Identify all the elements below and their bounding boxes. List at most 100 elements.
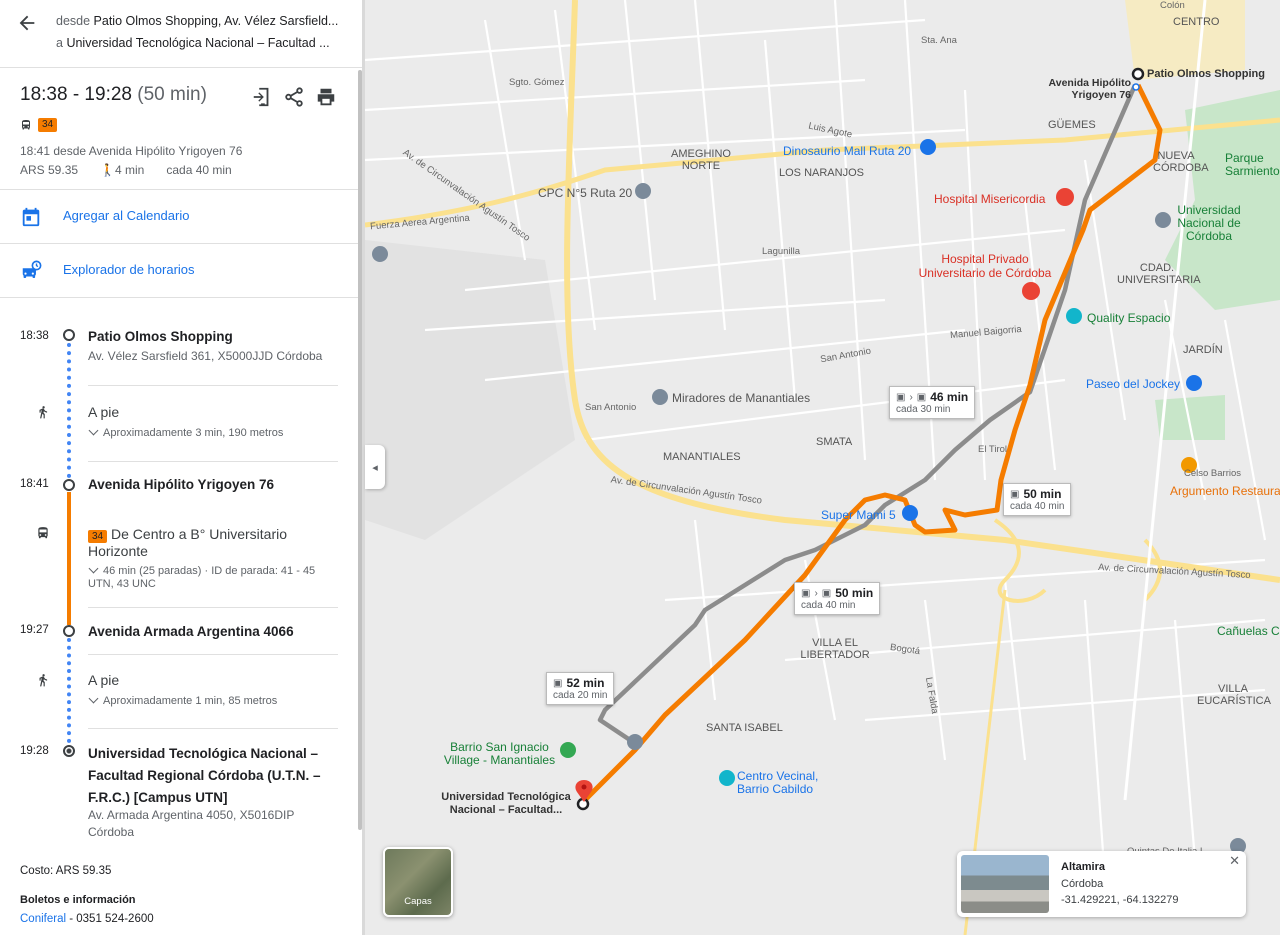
- map-label: MANANTIALES: [663, 451, 741, 463]
- walk-title: A pie: [88, 404, 120, 420]
- map-label: Dinosaurio Mall Ruta 20: [783, 144, 912, 158]
- destination-pin-icon[interactable]: [575, 780, 593, 802]
- route-frequency: cada 40 min: [1010, 501, 1065, 512]
- origin-line[interactable]: desde Patio Olmos Shopping, Av. Vélez Sa…: [56, 14, 346, 28]
- park-icon[interactable]: [560, 742, 576, 758]
- map-label: SMATA: [816, 436, 853, 448]
- route-option-card[interactable]: ▣ 52 min cada 20 min: [546, 672, 615, 705]
- shopping-poi-icon[interactable]: [920, 139, 936, 155]
- operator-phone: - 0351 524-2600: [66, 913, 154, 925]
- origin-map-label[interactable]: Patio Olmos Shopping: [1147, 68, 1265, 80]
- street-view-thumbnail[interactable]: [961, 855, 1049, 913]
- poi-icon[interactable]: [635, 183, 651, 199]
- map-label: Centro Vecinal, Barrio Cabildo: [737, 769, 819, 796]
- time-range: 18:38 - 19:28: [20, 84, 132, 105]
- location-title: Altamira: [1061, 861, 1106, 873]
- map-canvas[interactable]: CENTRO Colón Sta. Ana Patio Olmos Shoppi…: [365, 0, 1280, 935]
- map-label: Colón: [1160, 0, 1185, 11]
- bus-path-line: [67, 492, 71, 625]
- stop-time: 18:38: [20, 330, 49, 342]
- destination-text: Universidad Tecnológica Nacional – Facul…: [66, 36, 330, 50]
- bus-icon: [22, 120, 30, 130]
- destination-name[interactable]: Universidad Tecnológica Nacional – Facul…: [88, 743, 338, 809]
- walk-details[interactable]: Aproximadamente 3 min, 190 metros: [88, 425, 283, 439]
- back-arrow-icon[interactable]: [16, 12, 38, 34]
- walk-path-line: [67, 343, 71, 478]
- destination-line[interactable]: a Universidad Tecnológica Nacional – Fac…: [56, 36, 346, 50]
- university-icon[interactable]: [1155, 212, 1171, 228]
- community-icon[interactable]: [719, 770, 735, 786]
- destination-map-label[interactable]: Universidad Tecnológica Nacional – Facul…: [435, 791, 577, 817]
- location-info-card[interactable]: Altamira Córdoba -31.429221, -64.132279 …: [957, 851, 1246, 917]
- route-option-card[interactable]: ▣ › ▣ 50 min cada 40 min: [794, 582, 881, 615]
- add-calendar-link[interactable]: Agregar al Calendario: [63, 208, 189, 223]
- shopping-poi-icon[interactable]: [1186, 375, 1202, 391]
- directions-header: desde Patio Olmos Shopping, Av. Vélez Sa…: [0, 0, 362, 68]
- hospital-icon[interactable]: [1022, 282, 1040, 300]
- route-option-card[interactable]: ▣ 50 min cada 40 min: [1003, 483, 1072, 516]
- hospital-icon[interactable]: [1056, 188, 1074, 206]
- bus-route: [583, 83, 1163, 802]
- share-icon[interactable]: [283, 86, 305, 108]
- schedule-explorer-row[interactable]: Explorador de horarios: [0, 244, 362, 298]
- map-label: Universidad Nacional de Córdoba: [1177, 203, 1241, 243]
- map-label: Hospital Privado Universitario de Córdob…: [918, 252, 1052, 280]
- map-label: El Tirol: [978, 444, 1008, 455]
- send-to-phone-icon[interactable]: [251, 86, 273, 108]
- route-option-card[interactable]: ▣ › ▣ 46 min cada 30 min: [889, 386, 976, 419]
- map-label: Barrio San Ignacio Village - Manantiales: [443, 740, 556, 767]
- bus-icon: ▣: [553, 677, 563, 689]
- operator-link[interactable]: Coniferal: [20, 913, 66, 925]
- map-label: Argumento Restaura: [1170, 484, 1280, 498]
- map-label: LOS NARANJOS: [779, 167, 864, 179]
- music-poi-icon[interactable]: [1066, 308, 1082, 324]
- trip-duration: (50 min): [137, 84, 207, 105]
- map-label: Parque Sarmiento: [1225, 151, 1280, 178]
- route-frequency: cada 40 min: [801, 600, 856, 611]
- map-label: Celso Barrios: [1184, 468, 1242, 479]
- school-icon[interactable]: [372, 246, 388, 262]
- shopping-poi-icon[interactable]: [902, 505, 918, 521]
- chevron-down-icon: [88, 563, 99, 574]
- school-icon[interactable]: [627, 734, 643, 750]
- destination-address: Av. Armada Argentina 4050, X5016DIP Córd…: [88, 808, 295, 839]
- road-label: Lagunilla: [762, 246, 801, 257]
- layers-button[interactable]: Capas: [383, 847, 453, 917]
- place-icon[interactable]: [652, 389, 668, 405]
- stop-circle-icon: [63, 625, 75, 637]
- schedule-explorer-link[interactable]: Explorador de horarios: [63, 262, 195, 277]
- map-label: CPC N°5 Ruta 20: [538, 186, 633, 200]
- from-prefix: desde: [56, 14, 94, 28]
- origin-text: Patio Olmos Shopping, Av. Vélez Sarsfiel…: [93, 14, 339, 28]
- map-label: Hospital Misericordia: [934, 192, 1046, 206]
- trip-times: 18:38 - 19:28 (50 min): [20, 84, 207, 106]
- print-icon[interactable]: [315, 86, 337, 108]
- bus-details[interactable]: 46 min (25 paradas) · ID de parada: 41 -…: [88, 563, 328, 591]
- chevron-down-icon: [88, 693, 99, 704]
- map-label: Super Mami 5: [821, 508, 896, 522]
- origin-marker[interactable]: [1131, 67, 1145, 81]
- divider: [88, 607, 338, 608]
- stop-name[interactable]: Avenida Armada Argentina 4066: [88, 624, 294, 639]
- fare-walk-freq: ARS 59.35 🚶4 min cada 40 min: [20, 163, 232, 177]
- stop-name[interactable]: Patio Olmos Shopping: [88, 329, 233, 344]
- stop-name[interactable]: Avenida Hipólito Yrigoyen 76: [88, 477, 274, 492]
- add-calendar-row[interactable]: Agregar al Calendario: [0, 190, 362, 244]
- close-icon[interactable]: ✕: [1229, 853, 1240, 869]
- calendar-icon: [22, 207, 40, 227]
- divider: [88, 728, 338, 729]
- walk-icon: [39, 406, 48, 419]
- map-label: Miradores de Manantiales: [672, 391, 811, 405]
- stop-circle-icon: [63, 329, 75, 341]
- walk-time: 🚶4 min: [100, 163, 145, 177]
- stop-time: 19:27: [20, 624, 49, 636]
- map-label: CENTRO: [1173, 16, 1220, 28]
- bus-segment-title: 34 De Centro a B° Universitario Horizont…: [88, 526, 288, 559]
- origin-stop-label: Avenida Hipólito Yrigoyen 76: [1048, 77, 1131, 101]
- trip-summary: 18:38 - 19:28 (50 min) 34 18:41 desde Av…: [0, 68, 362, 190]
- map-label: JARDÍN: [1183, 344, 1223, 356]
- walk-icon: [39, 674, 48, 687]
- stop-time: 18:41: [20, 478, 49, 490]
- walk-details[interactable]: Aproximadamente 1 min, 85 metros: [88, 693, 277, 707]
- collapse-panel-button[interactable]: ◂: [365, 445, 385, 489]
